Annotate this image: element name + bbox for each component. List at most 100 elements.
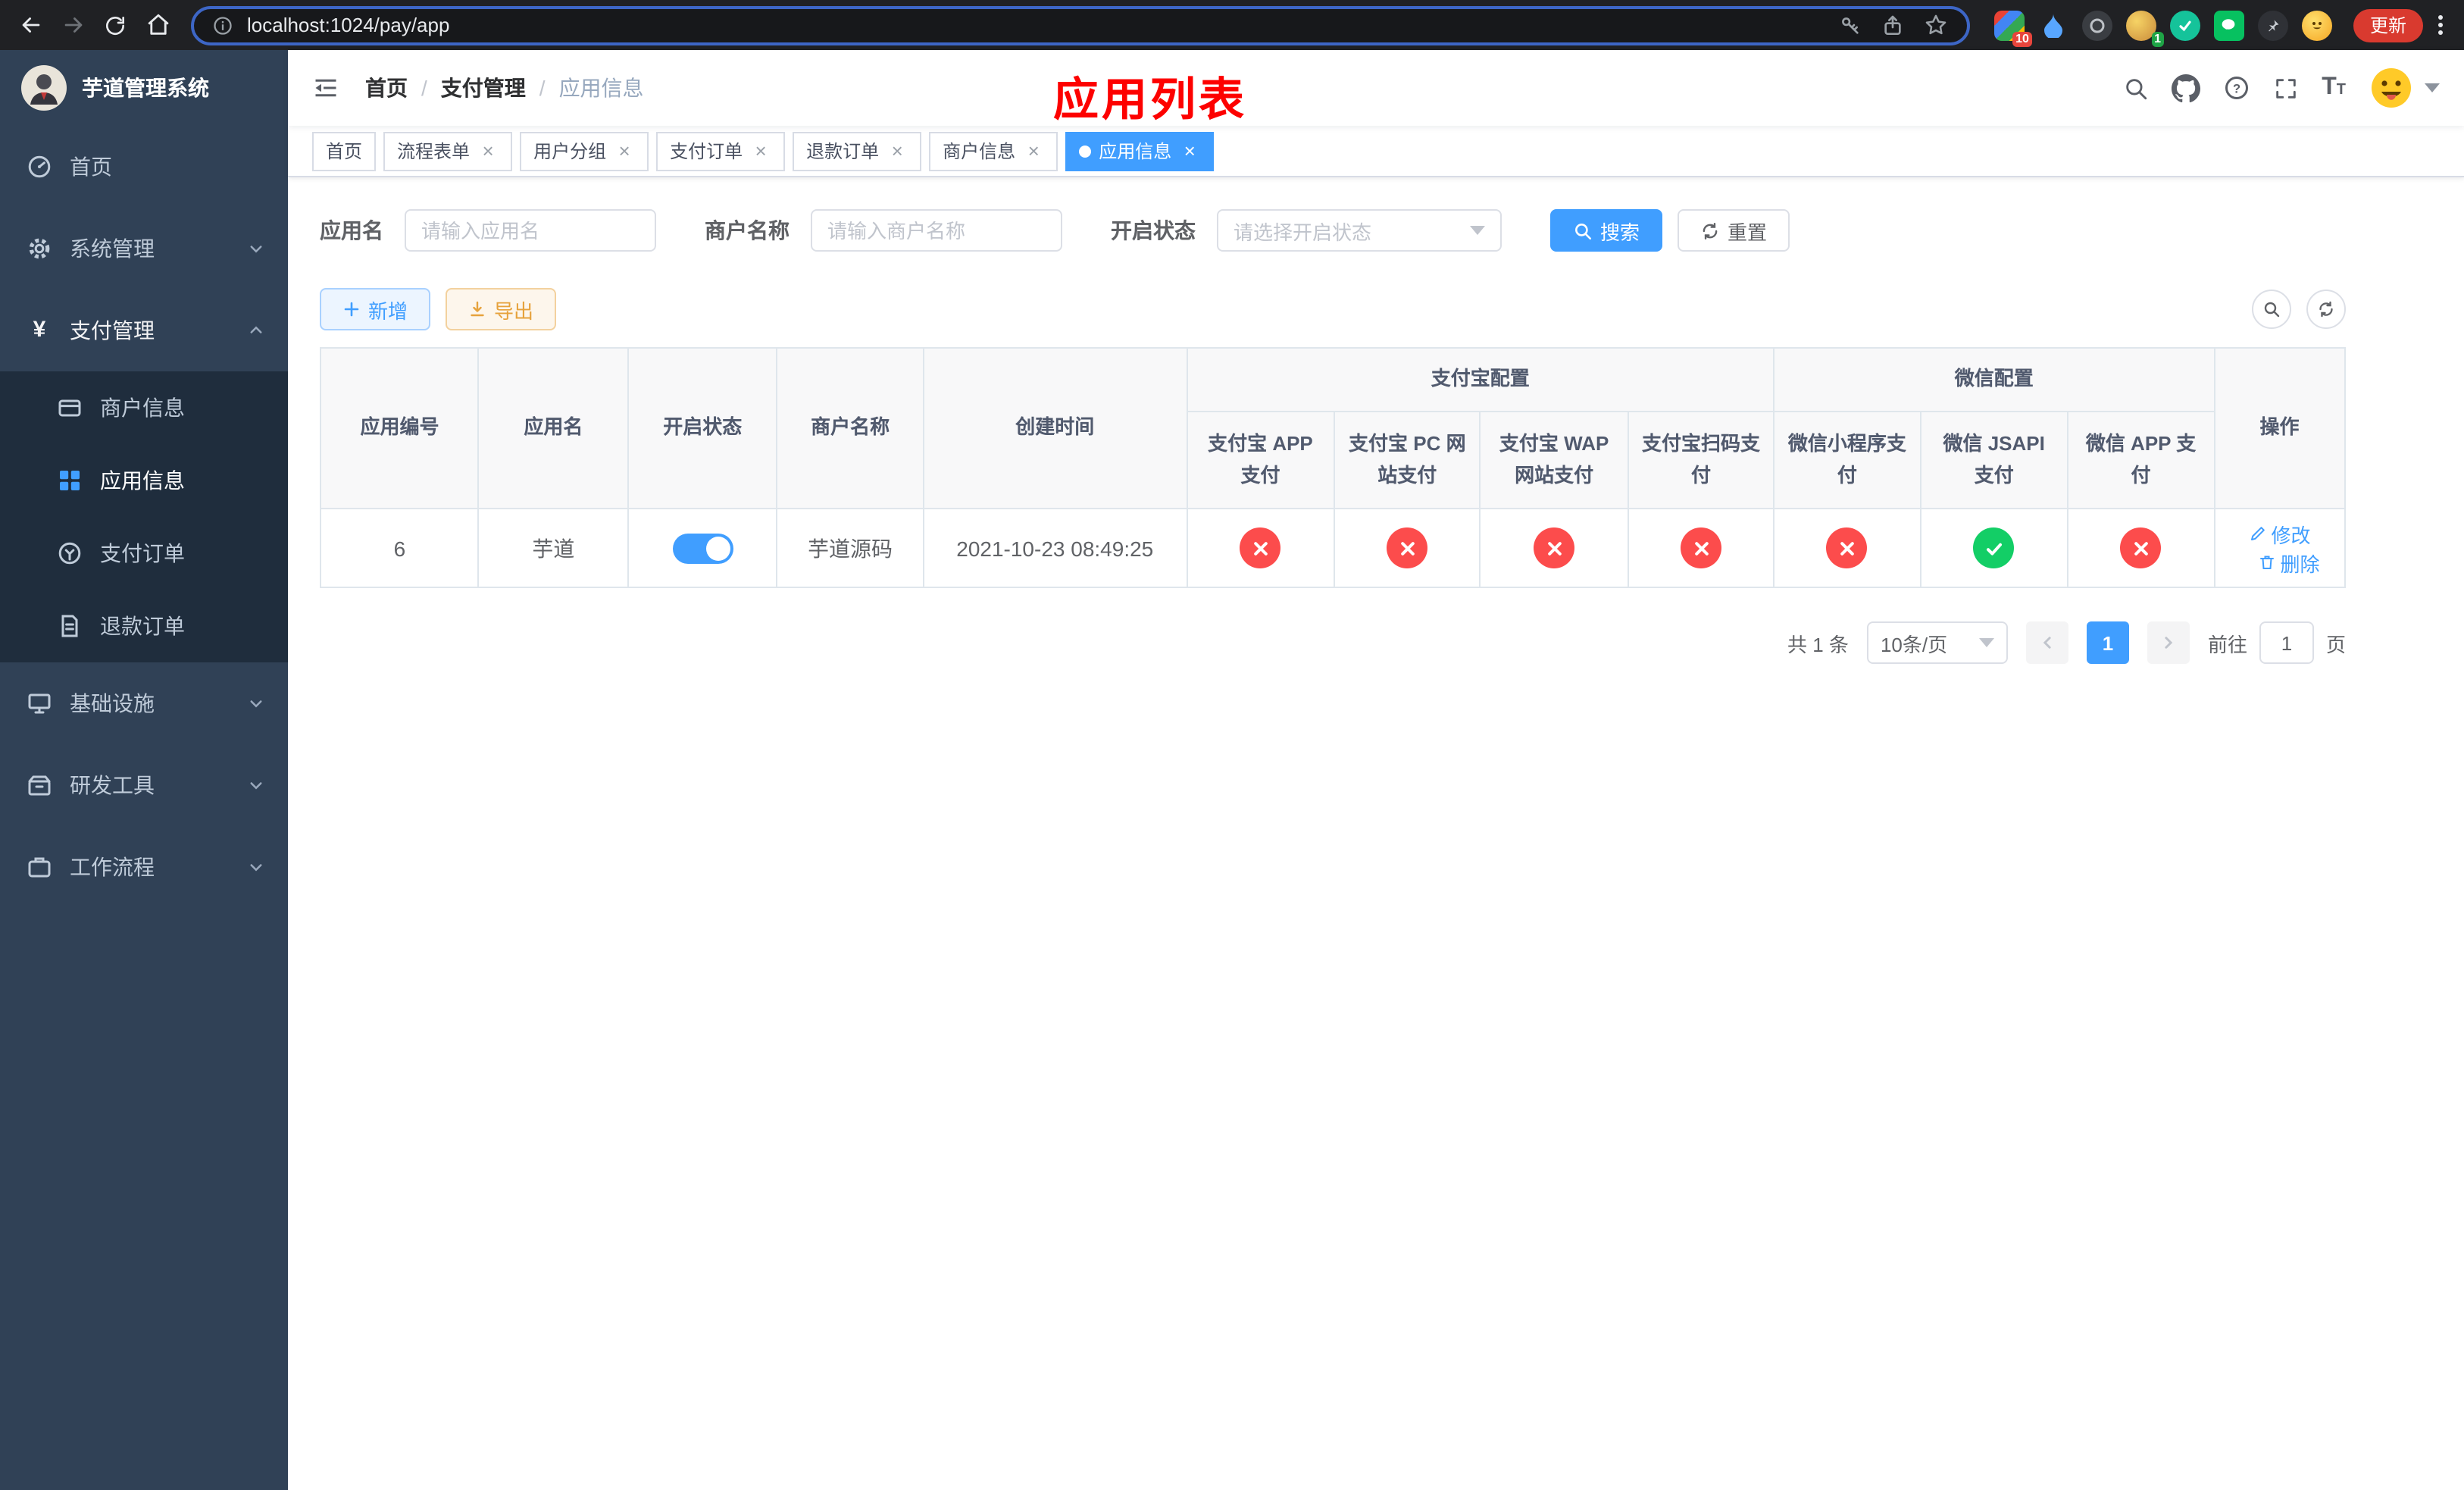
- download-icon: [471, 301, 484, 317]
- monitor-icon: [27, 691, 52, 715]
- tab-user-group[interactable]: 用户分组 ×: [520, 131, 649, 171]
- cell-merchant: 芋道源码: [776, 508, 924, 588]
- search-button[interactable]: 搜索: [1550, 209, 1663, 252]
- status-select[interactable]: 请选择开启状态: [1217, 209, 1502, 252]
- edit-button[interactable]: 修改: [2248, 519, 2311, 548]
- col-created: 创建时间: [922, 347, 1188, 509]
- forward-icon[interactable]: [52, 4, 94, 46]
- sidebar-item-payment[interactable]: ¥ 支付管理: [0, 290, 288, 371]
- delete-button[interactable]: 删除: [2257, 548, 2320, 577]
- sidebar-item-pay-order[interactable]: 支付订单: [0, 517, 288, 590]
- close-icon[interactable]: ×: [614, 140, 635, 161]
- breadcrumb-payment[interactable]: 支付管理: [441, 73, 526, 103]
- tab-merchant-info[interactable]: 商户信息 ×: [929, 131, 1058, 171]
- col-app-id: 应用编号: [319, 347, 480, 509]
- extension-icon-2[interactable]: [2038, 10, 2068, 40]
- menu-fold-icon[interactable]: [312, 74, 339, 102]
- tab-refund-order[interactable]: 退款订单 ×: [793, 131, 922, 171]
- browser-menu-icon[interactable]: [2432, 9, 2449, 41]
- tab-process-form[interactable]: 流程表单 ×: [383, 131, 513, 171]
- toggle-search-button[interactable]: [2252, 290, 2291, 329]
- back-icon[interactable]: [9, 4, 52, 46]
- avatar: [2369, 65, 2414, 111]
- chevron-down-icon: [1978, 638, 1994, 647]
- svg-text:?: ?: [2233, 82, 2240, 95]
- breadcrumb: 首页 / 支付管理 / 应用信息: [365, 73, 644, 103]
- chevron-down-icon: [249, 696, 264, 711]
- next-page-button[interactable]: [2147, 621, 2190, 664]
- cell-app-id: 6: [319, 508, 480, 588]
- status-icon: [2120, 527, 2162, 568]
- close-icon[interactable]: ×: [477, 140, 499, 161]
- annotation-title: 应用列表: [1053, 76, 1247, 126]
- sidebar-item-dev-tools[interactable]: 研发工具: [0, 744, 288, 826]
- current-page[interactable]: 1: [2086, 621, 2129, 664]
- gear-icon: [27, 236, 52, 261]
- table-toolbar: 新增 导出: [320, 288, 2346, 330]
- breadcrumb-home[interactable]: 首页: [365, 73, 408, 103]
- payment-submenu: 商户信息 应用信息 支付订单 退款订单: [0, 371, 288, 662]
- github-icon[interactable]: [2172, 74, 2201, 102]
- goto-page-input[interactable]: [2259, 621, 2314, 664]
- col-wx-mini: 微信小程序支付: [1773, 411, 1921, 509]
- extension-icon-3[interactable]: [2081, 10, 2112, 40]
- browser-update-button[interactable]: 更新: [2353, 8, 2423, 42]
- user-menu[interactable]: [2369, 65, 2440, 111]
- extension-icon-5[interactable]: [2169, 10, 2200, 40]
- reload-icon[interactable]: [94, 4, 136, 46]
- close-icon[interactable]: ×: [1023, 140, 1044, 161]
- chevron-down-icon: [249, 778, 264, 793]
- extension-icon-1[interactable]: 10: [1993, 10, 2032, 46]
- bookmark-star-icon[interactable]: [1923, 12, 1949, 38]
- font-size-icon[interactable]: TT: [2322, 74, 2346, 102]
- prev-page-button[interactable]: [2025, 621, 2068, 664]
- status-toggle[interactable]: [672, 533, 733, 563]
- extension-icon-8[interactable]: [2301, 10, 2332, 40]
- help-icon[interactable]: ?: [2223, 74, 2250, 102]
- header-search-icon[interactable]: [2123, 75, 2149, 101]
- extension-icon-4[interactable]: 1: [2125, 10, 2164, 46]
- refresh-table-button[interactable]: [2306, 290, 2346, 329]
- dashboard-icon: [27, 155, 52, 179]
- total-count: 共 1 条: [1787, 633, 1849, 656]
- sidebar-item-refund-order[interactable]: 退款订单: [0, 590, 288, 662]
- sidebar-item-infrastructure[interactable]: 基础设施: [0, 662, 288, 744]
- tab-pay-order[interactable]: 支付订单 ×: [656, 131, 786, 171]
- merchant-name-input[interactable]: [811, 209, 1062, 252]
- pay-order-icon: [58, 541, 82, 565]
- cell-app-name: 芋道: [477, 508, 629, 588]
- page-size-select[interactable]: 10条/页: [1866, 621, 2008, 664]
- extension-icon-6[interactable]: [2213, 10, 2244, 40]
- col-group-wechat: 微信配置: [1773, 347, 2215, 412]
- url-text[interactable]: localhost:1024/pay/app: [247, 14, 1838, 36]
- address-bar[interactable]: localhost:1024/pay/app: [191, 5, 1970, 45]
- sidebar-item-merchant-info[interactable]: 商户信息: [0, 371, 288, 444]
- password-key-icon[interactable]: [1838, 13, 1862, 37]
- sidebar-item-workflow[interactable]: 工作流程: [0, 826, 288, 908]
- status-icon: [1826, 527, 1868, 568]
- tab-home[interactable]: 首页: [312, 131, 377, 171]
- sidebar-item-home[interactable]: 首页: [0, 126, 288, 208]
- status-label: 开启状态: [1111, 218, 1196, 243]
- site-info-icon[interactable]: [212, 14, 233, 36]
- reset-button[interactable]: 重置: [1678, 209, 1790, 252]
- sidebar-item-system[interactable]: 系统管理: [0, 208, 288, 290]
- plus-icon: [344, 302, 359, 317]
- export-button[interactable]: 导出: [446, 288, 557, 330]
- fullscreen-icon[interactable]: [2273, 75, 2299, 101]
- col-wx-jsapi: 微信 JSAPI 支付: [1919, 411, 2069, 509]
- extension-icon-7[interactable]: [2257, 10, 2288, 40]
- yen-icon: ¥: [33, 317, 46, 343]
- sidebar-item-app-info[interactable]: 应用信息: [0, 444, 288, 517]
- page-content: 应用名 商户名称 开启状态 请选择开启状态: [288, 177, 2464, 1490]
- app-logo[interactable]: 芋道管理系统: [0, 50, 288, 126]
- close-icon[interactable]: ×: [886, 140, 908, 161]
- close-icon[interactable]: ×: [1179, 140, 1200, 161]
- share-icon[interactable]: [1881, 13, 1905, 37]
- col-wx-app: 微信 APP 支付: [2067, 411, 2215, 509]
- tab-app-info[interactable]: 应用信息 ×: [1065, 131, 1215, 171]
- add-button[interactable]: 新增: [320, 288, 431, 330]
- app-name-input[interactable]: [405, 209, 656, 252]
- close-icon[interactable]: ×: [750, 140, 771, 161]
- home-icon[interactable]: [136, 4, 179, 46]
